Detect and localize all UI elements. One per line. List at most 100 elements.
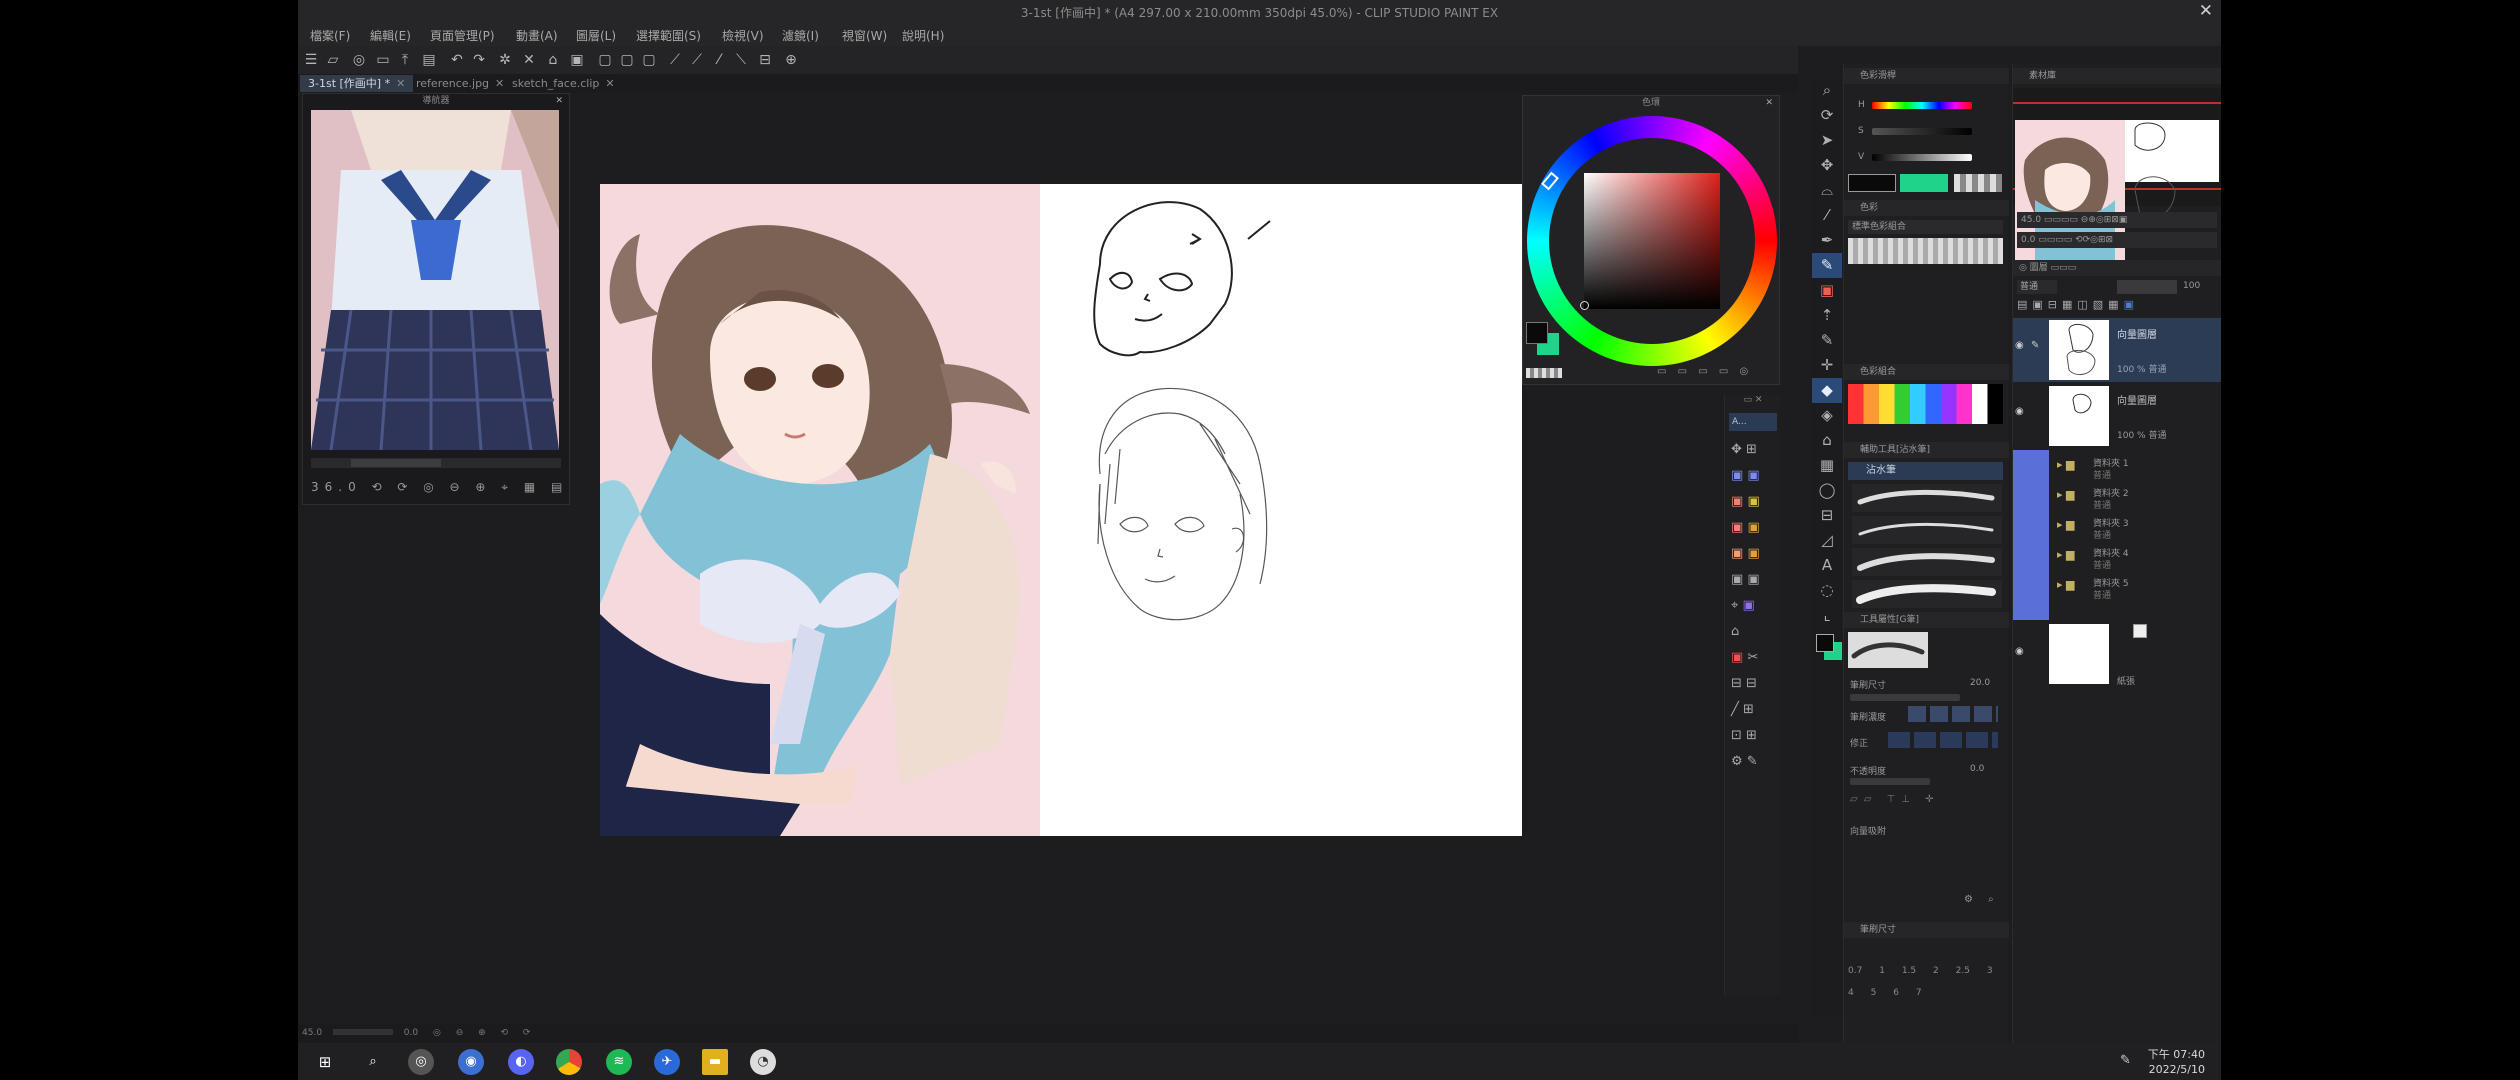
opacity-value[interactable]: 0.0 [1970,764,1984,774]
task-view-icon[interactable]: ◎ [408,1049,434,1075]
layer-paper[interactable]: ◉ 紙張 [2013,620,2221,690]
hue-slider[interactable] [1872,102,1972,109]
drawing-canvas[interactable] [600,184,1522,836]
brush-preset-round-pen[interactable] [1852,516,2002,544]
zoom-tool-icon[interactable]: ⌕ [1812,78,1842,103]
menu-page[interactable]: 頁面管理(P) [430,27,495,44]
zoom-app-icon[interactable]: ◉ [458,1049,484,1075]
navigator-angle-bar[interactable]: 0.0 ▭▭▭▭ ⟲⟳◎⊞⊠ [2017,232,2217,248]
open-icon[interactable]: ◎ [350,51,368,69]
operation-tool-icon[interactable]: ➤ [1812,128,1842,153]
eyedropper-tool-icon[interactable]: ⁄ [1812,203,1842,228]
layer-row-1[interactable]: ◉ ✎ 向量圖層 100 % 普通 [2013,318,2221,382]
figure-tool-icon[interactable]: ◯ [1812,478,1842,503]
help-icon[interactable]: ⊕ [782,51,800,69]
saturation-value-square[interactable] [1584,173,1720,309]
search-icon[interactable]: ⌕ [360,1049,386,1075]
slider-sub-color[interactable] [1900,174,1948,192]
pen-tray-icon[interactable]: ✎ [2120,1053,2131,1068]
sub-tool-group[interactable]: 沾水筆 [1848,462,2003,480]
status-icons[interactable]: ◎ ⊖ ⊕ ⟲ ⟳ [433,1028,536,1038]
tab-document-3[interactable]: sketch_face.clip ✕ [504,75,623,92]
layer-opacity-slider[interactable] [2117,280,2177,294]
chrome-icon[interactable] [556,1049,582,1075]
text-tool-icon[interactable]: A [1812,553,1842,578]
save-icon[interactable]: ▭ [374,51,392,69]
menu-filter[interactable]: 濾鏡(I) [782,27,819,44]
frame-tool-icon[interactable]: ⊟ [1812,503,1842,528]
menu-file[interactable]: 檔案(F) [310,27,350,44]
transparent-color-swatch[interactable] [1526,368,1562,378]
ruler-icon[interactable]: ⟋ [666,51,684,69]
clear-icon[interactable]: ✕ [520,51,538,69]
select-all-icon[interactable]: ▢ [596,51,614,69]
pen-tool-icon[interactable]: ✒ [1812,228,1842,253]
layer-folder-3[interactable]: ▸ ▆ 資料夾 3 普通 [2013,510,2221,541]
menu-edit[interactable]: 編輯(E) [370,27,411,44]
transform-icon[interactable]: ▣ [568,51,586,69]
file-explorer-icon[interactable]: ▬ [702,1049,728,1075]
rotate-tool-icon[interactable]: ⟳ [1812,103,1842,128]
layer-opacity-value[interactable]: 100 [2183,281,2200,291]
menu-layer[interactable]: 圖層(L) [576,27,616,44]
layer-property-bar[interactable]: ◎ 圖層 ▭▭▭ [2013,260,2221,276]
pencil-tool-icon[interactable]: ✎ [1812,253,1842,278]
slider-main-color[interactable] [1848,174,1896,192]
new-icon[interactable]: ▱ [324,51,342,69]
brush-size-grid[interactable]: 0.7 1 1.5 2 2.5 3 4 5 6 7 [1848,960,2003,1004]
layer-visibility-icon[interactable]: ◉ [2015,646,2024,657]
eraser-tool-icon[interactable]: ◆ [1812,378,1842,403]
color-set-grid[interactable] [1848,384,2003,424]
status-angle[interactable]: 0.0 [404,1028,418,1038]
brush-preset-effect-line[interactable] [1852,548,2002,576]
main-color-swatch[interactable] [1526,322,1548,344]
navigator-preview[interactable] [2013,88,2221,268]
property-settings-icons[interactable]: ⚙ ⌕ [1964,894,2000,905]
reference-image[interactable] [311,110,559,450]
balloon-tool-icon[interactable]: ◌ [1812,578,1842,603]
export-icon[interactable]: ⤒ [396,51,414,69]
decoration-tool-icon[interactable]: ✎ [1812,328,1842,353]
pen-icon[interactable]: ⁄ [710,51,728,69]
tab-document-2[interactable]: reference.jpg ✕ [408,75,512,92]
layer-visibility-icon[interactable]: ◉ [2015,406,2024,417]
menu-select[interactable]: 選擇範圍(S) [636,27,701,44]
opacity-slider[interactable] [1850,778,1930,785]
slider-transparent-color[interactable] [1954,174,2002,192]
layer-folder-1[interactable]: ▸ ▆ 資料夾 1 普通 [2013,450,2221,481]
brush-tool-icon[interactable]: ▣ [1812,278,1842,303]
menu-animation[interactable]: 動畫(A) [516,27,558,44]
color-history-grid[interactable] [1848,238,2003,264]
system-clock[interactable]: 下午 07:40 2022/5/10 [2148,1047,2205,1077]
menu-window[interactable]: 視窗(W) [842,27,887,44]
start-button-icon[interactable]: ⊞ [312,1049,338,1075]
layer-blend-mode[interactable]: 普通 [2017,280,2057,294]
menu-icon[interactable]: ☰ [302,51,320,69]
sub-view-scrollbar[interactable] [311,458,561,468]
correct-line-tool-icon[interactable]: ⌞ [1812,603,1842,628]
layer-action-icons[interactable]: ▤▣⊟▦◫▧▦▣ [2017,298,2217,314]
airbrush-tool-icon[interactable]: ⇡ [1812,303,1842,328]
layer-folder-5[interactable]: ▸ ▆ 資料夾 5 普通 [2013,570,2221,601]
snap-icon[interactable]: ⟋ [688,51,706,69]
discord-icon[interactable]: ◐ [508,1049,534,1075]
brush-preset-g-pen[interactable] [1852,484,2002,512]
tool-main-color[interactable] [1816,634,1834,652]
close-color-wheel-button[interactable]: ✕ [1765,96,1773,110]
blend-tool-icon[interactable]: ◈ [1812,403,1842,428]
hue-marker[interactable] [1541,171,1559,191]
color-history-preset[interactable]: 標準色彩組合 [1848,220,2003,234]
close-sub-view-button[interactable]: ✕ [555,94,563,108]
correction-selector[interactable] [1888,732,1998,748]
sub-view-tools[interactable]: 36.0 ⟲ ⟳ ◎ ⊖ ⊕ ⌖ ▦ ▤ [311,480,567,498]
layer-visibility-icon[interactable]: ◉ [2015,340,2024,351]
fill-tool-icon[interactable]: ⌂ [1812,428,1842,453]
deselect-icon[interactable]: ▢ [618,51,636,69]
app-icon[interactable]: ✈ [654,1049,680,1075]
vector-snap-options[interactable]: ▱▱ ⊤⊥ ✛ [1850,794,2000,808]
color-picker-cursor[interactable] [1580,301,1589,310]
brush-size-slider[interactable] [1850,694,1960,701]
move-layer-tool-icon[interactable]: ✥ [1812,153,1842,178]
story-icon[interactable]: ⊟ [756,51,774,69]
undo-icon[interactable]: ↶ [448,51,466,69]
